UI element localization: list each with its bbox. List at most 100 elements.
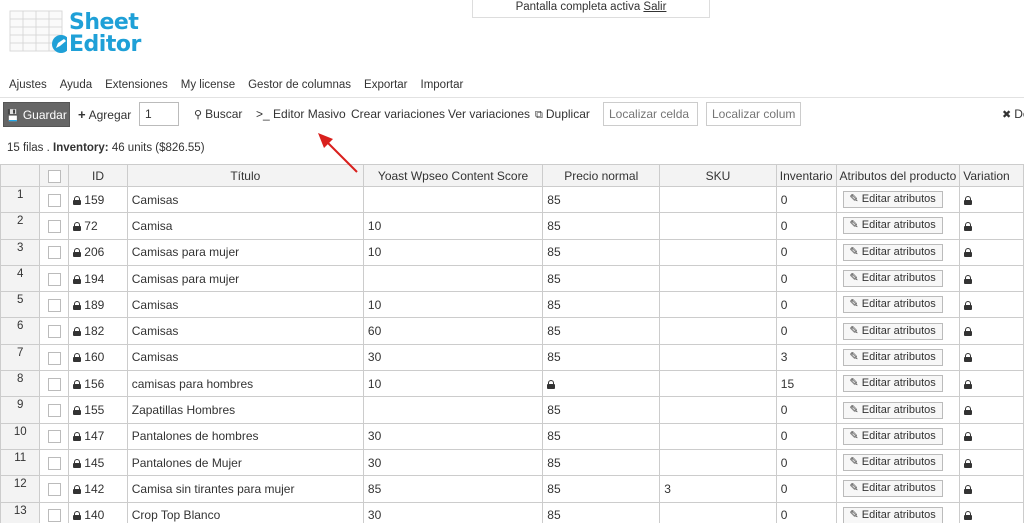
edit-attributes-button[interactable]: ✎ Editar atributos bbox=[842, 375, 943, 393]
row-checkbox[interactable] bbox=[47, 430, 61, 444]
row-checkbox[interactable] bbox=[47, 483, 61, 497]
table-row[interactable]: 4 194 Camisas para mujer 85 0 ✎ Editar atribu… bbox=[0, 264, 1024, 293]
sku-cell[interactable]: 3 bbox=[659, 475, 777, 503]
column-header-id[interactable]: ID bbox=[68, 164, 128, 187]
yoast-score-cell[interactable]: 30 bbox=[362, 501, 544, 523]
price-cell[interactable]: 85 bbox=[542, 396, 661, 424]
row-checkbox[interactable] bbox=[47, 377, 61, 391]
title-cell[interactable]: Camisas para mujer bbox=[126, 238, 364, 266]
select-all-checkbox[interactable] bbox=[47, 169, 61, 183]
column-header-yoast-score[interactable]: Yoast Wpseo Content Score bbox=[362, 164, 544, 187]
row-checkbox[interactable] bbox=[47, 456, 61, 470]
menu-ajustes[interactable]: Ajustes bbox=[9, 79, 47, 91]
sku-cell[interactable] bbox=[659, 343, 777, 372]
table-row[interactable]: 5 189 Camisas 10 85 0 ✎ Editar atributos bbox=[0, 291, 1024, 319]
edit-attributes-button[interactable]: ✎ Editar atributos bbox=[842, 480, 943, 498]
edit-attributes-button[interactable]: ✎ Editar atributos bbox=[842, 454, 943, 472]
sku-cell[interactable] bbox=[659, 185, 777, 214]
inventory-cell[interactable]: 0 bbox=[775, 238, 837, 266]
table-row[interactable]: 12 142 Camisa sin tirantes para mujer 85 85 3… bbox=[0, 475, 1024, 503]
edit-attributes-button[interactable]: ✎ Editar atributos bbox=[842, 270, 943, 288]
row-select-cell[interactable] bbox=[39, 396, 70, 424]
inventory-cell[interactable]: 0 bbox=[775, 422, 837, 450]
inventory-cell[interactable]: 0 bbox=[775, 291, 837, 319]
sku-cell[interactable] bbox=[659, 317, 777, 345]
title-cell[interactable]: Camisa bbox=[126, 212, 364, 240]
column-header-variation[interactable]: Variation bbox=[959, 164, 1024, 187]
price-cell[interactable]: 85 bbox=[542, 448, 661, 477]
menu-extensiones[interactable]: Extensiones bbox=[105, 79, 168, 91]
column-header-title[interactable]: Título bbox=[126, 164, 364, 187]
price-cell[interactable]: 85 bbox=[542, 291, 661, 319]
sku-cell[interactable] bbox=[659, 501, 777, 523]
row-select-cell[interactable] bbox=[39, 422, 70, 450]
inventory-cell[interactable]: 0 bbox=[775, 264, 837, 293]
sku-cell[interactable] bbox=[659, 264, 777, 293]
edit-attributes-button[interactable]: ✎ Editar atributos bbox=[842, 217, 943, 235]
inventory-cell[interactable]: 15 bbox=[775, 370, 837, 398]
locate-column-input[interactable] bbox=[706, 102, 801, 126]
edit-attributes-button[interactable]: ✎ Editar atributos bbox=[842, 348, 943, 366]
row-checkbox[interactable] bbox=[47, 246, 61, 260]
row-select-cell[interactable] bbox=[39, 448, 70, 477]
row-select-cell[interactable] bbox=[39, 343, 70, 372]
edit-attributes-button[interactable]: ✎ Editar atributos bbox=[842, 427, 943, 445]
select-all-header[interactable] bbox=[39, 164, 70, 187]
menu-gestor-columnas[interactable]: Gestor de columnas bbox=[248, 79, 351, 91]
row-select-cell[interactable] bbox=[39, 185, 70, 214]
close-button[interactable]: ✖De bbox=[1002, 102, 1024, 127]
yoast-score-cell[interactable]: 30 bbox=[362, 448, 544, 477]
edit-attributes-button[interactable]: ✎ Editar atributos bbox=[842, 191, 943, 209]
inventory-cell[interactable]: 3 bbox=[775, 343, 837, 372]
sku-cell[interactable] bbox=[659, 212, 777, 240]
row-select-cell[interactable] bbox=[39, 370, 70, 398]
row-select-cell[interactable] bbox=[39, 264, 70, 293]
table-row[interactable]: 2 72 Camisa 10 85 0 ✎ Editar atributos bbox=[0, 212, 1024, 240]
edit-attributes-button[interactable]: ✎ Editar atributos bbox=[842, 506, 943, 523]
inventory-cell[interactable]: 0 bbox=[775, 475, 837, 503]
yoast-score-cell[interactable]: 10 bbox=[362, 238, 544, 266]
row-select-cell[interactable] bbox=[39, 501, 70, 523]
price-cell[interactable]: 85 bbox=[542, 422, 661, 450]
duplicate-button[interactable]: ⧉ Duplicar bbox=[535, 102, 590, 127]
price-cell[interactable]: 85 bbox=[542, 317, 661, 345]
table-row[interactable]: 10 147 Pantalones de hombres 30 85 0 ✎ Editar … bbox=[0, 422, 1024, 450]
sku-cell[interactable] bbox=[659, 238, 777, 266]
row-select-cell[interactable] bbox=[39, 475, 70, 503]
row-checkbox[interactable] bbox=[47, 299, 61, 312]
sku-cell[interactable] bbox=[659, 291, 777, 319]
price-cell[interactable]: 85 bbox=[542, 475, 661, 503]
exit-fullscreen-link[interactable]: Salir bbox=[643, 1, 666, 13]
yoast-score-cell[interactable]: 30 bbox=[362, 422, 544, 450]
inventory-cell[interactable]: 0 bbox=[775, 212, 837, 240]
title-cell[interactable]: Pantalones de hombres bbox=[126, 422, 364, 450]
row-checkbox[interactable] bbox=[47, 220, 61, 234]
inventory-cell[interactable]: 0 bbox=[775, 448, 837, 477]
price-cell[interactable]: 85 bbox=[542, 185, 661, 214]
locate-cell-input[interactable] bbox=[603, 102, 698, 126]
inventory-cell[interactable]: 0 bbox=[775, 501, 837, 523]
row-select-cell[interactable] bbox=[39, 212, 70, 240]
sku-cell[interactable] bbox=[659, 448, 777, 477]
row-checkbox[interactable] bbox=[47, 193, 61, 207]
add-button[interactable]: + Agregar bbox=[78, 102, 131, 127]
table-row[interactable]: 1 159 Camisas 85 0 ✎ Editar atributos bbox=[0, 185, 1024, 214]
table-row[interactable]: 13 140 Crop Top Blanco 30 85 0 ✎ Editar atribu… bbox=[0, 501, 1024, 523]
menu-exportar[interactable]: Exportar bbox=[364, 79, 407, 91]
price-cell[interactable]: 85 bbox=[542, 264, 661, 293]
price-cell[interactable]: 85 bbox=[542, 238, 661, 266]
row-select-cell[interactable] bbox=[39, 238, 70, 266]
column-header-price[interactable]: Precio normal bbox=[542, 164, 661, 187]
title-cell[interactable]: Camisas para mujer bbox=[126, 264, 364, 293]
yoast-score-cell[interactable]: 60 bbox=[362, 317, 544, 345]
sku-cell[interactable] bbox=[659, 396, 777, 424]
yoast-score-cell[interactable] bbox=[362, 264, 544, 293]
table-row[interactable]: 11 145 Pantalones de Mujer 30 85 0 ✎ Editar at… bbox=[0, 448, 1024, 477]
create-variations-button[interactable]: Crear variaciones bbox=[351, 102, 445, 127]
title-cell[interactable]: Camisas bbox=[126, 291, 364, 319]
yoast-score-cell[interactable]: 30 bbox=[362, 343, 544, 372]
yoast-score-cell[interactable] bbox=[362, 185, 544, 214]
add-quantity-input[interactable] bbox=[139, 102, 179, 126]
yoast-score-cell[interactable]: 10 bbox=[362, 212, 544, 240]
menu-importar[interactable]: Importar bbox=[421, 79, 464, 91]
